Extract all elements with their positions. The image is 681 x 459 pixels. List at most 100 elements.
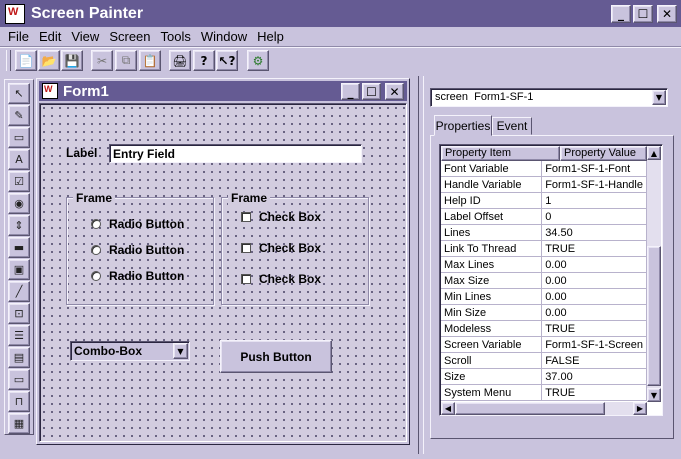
property-row[interactable]: Lines 34.50 (441, 224, 647, 241)
property-item-cell[interactable]: Min Size (441, 304, 543, 321)
property-row[interactable]: Help ID 1 (441, 192, 647, 209)
tab-properties[interactable]: Properties (434, 115, 492, 136)
menu-tools[interactable]: Tools (156, 29, 196, 44)
property-value-cell[interactable]: FALSE (541, 352, 647, 369)
form-maximize-button[interactable]: ☐ (362, 83, 381, 100)
form-window[interactable]: W Form1 _ ☐ ✕ Label Entry Field Frame Ra… (36, 78, 410, 445)
property-item-cell[interactable]: Min Lines (441, 288, 543, 305)
form-minimize-button[interactable]: _ (341, 83, 360, 100)
property-row[interactable]: Handle Variable Form1-SF-1-Handle (441, 176, 647, 193)
scroll-down-button[interactable]: ▼ (647, 388, 661, 402)
property-row[interactable]: Scroll FALSE (441, 352, 647, 369)
paste-icon[interactable]: 📋 (139, 50, 161, 71)
property-item-cell[interactable]: Max Lines (441, 256, 543, 273)
panel-splitter[interactable] (418, 76, 424, 454)
save-icon[interactable]: 💾 (61, 50, 83, 71)
check-box-1[interactable] (241, 212, 251, 222)
property-row[interactable]: Max Size 0.00 (441, 272, 647, 289)
app-icon[interactable]: W (5, 3, 25, 24)
property-value-cell[interactable]: 0.00 (541, 288, 647, 305)
property-item-cell[interactable]: Screen Variable (441, 336, 543, 353)
entry-field-tool-icon[interactable]: ▭ (8, 127, 30, 148)
pen-tool-icon[interactable]: ✎ (8, 105, 30, 126)
run-icon[interactable]: ⚙ (247, 50, 269, 71)
new-file-icon[interactable]: 📄 (15, 50, 37, 71)
property-value-cell[interactable]: TRUE (541, 240, 647, 257)
radio-button-2[interactable] (91, 245, 101, 255)
property-value-cell[interactable]: TRUE (541, 320, 647, 337)
menu-screen[interactable]: Screen (104, 29, 155, 44)
radio-button-3[interactable] (91, 271, 101, 281)
property-value-cell[interactable]: Form1-SF-1-Font (541, 161, 647, 177)
check-box-2[interactable] (241, 243, 251, 253)
property-value-cell[interactable]: TRUE (541, 384, 647, 401)
property-value-cell[interactable]: Form1 (541, 400, 647, 401)
vertical-scrollbar[interactable]: ▲ ▼ (647, 146, 661, 402)
notebook-tool-icon[interactable]: ⊓ (8, 391, 30, 412)
property-item-cell[interactable]: Help ID (441, 192, 543, 209)
property-value-cell[interactable]: 0.00 (541, 272, 647, 289)
combo-dropdown-button[interactable]: ▼ (173, 343, 188, 359)
image-tool-icon[interactable]: ▣ (8, 259, 30, 280)
form-icon[interactable]: W (42, 83, 58, 99)
pointer-tool-icon[interactable]: ↖ (8, 83, 30, 104)
entry-field[interactable]: Entry Field (109, 144, 362, 163)
property-item-cell[interactable]: Scroll (441, 352, 543, 369)
property-item-cell[interactable]: Font Variable (441, 161, 543, 177)
property-row[interactable]: Screen Variable Form1-SF-1-Screen (441, 336, 647, 353)
property-item-cell[interactable]: Label Offset (441, 208, 543, 225)
property-row[interactable]: Min Lines 0.00 (441, 288, 647, 305)
radio-button-1[interactable] (91, 219, 101, 229)
property-value-cell[interactable]: 37.00 (541, 368, 647, 385)
menu-edit[interactable]: Edit (34, 29, 66, 44)
property-value-cell[interactable]: Form1-SF-1-Screen (541, 336, 647, 353)
property-value-cell[interactable]: 0 (541, 208, 647, 225)
property-item-cell[interactable]: Lines (441, 224, 543, 241)
toolbar-grip[interactable] (6, 50, 11, 71)
copy-icon[interactable]: ⧉ (115, 50, 137, 71)
property-grid[interactable]: Property Item Property Value Font Variab… (439, 144, 663, 416)
column-header-value[interactable]: Property Value (560, 146, 647, 161)
property-row[interactable]: Min Size 0.00 (441, 304, 647, 321)
property-item-cell[interactable]: Size (441, 368, 543, 385)
form-label[interactable]: Label (66, 146, 97, 160)
checkbox-tool-icon[interactable]: ☑ (8, 171, 30, 192)
property-item-cell[interactable]: System Menu (441, 384, 543, 401)
property-row[interactable]: Modeless TRUE (441, 320, 647, 337)
menu-view[interactable]: View (66, 29, 104, 44)
minimize-button[interactable]: _ (611, 5, 631, 23)
form-canvas[interactable]: Label Entry Field Frame Radio Button Rad… (39, 103, 407, 442)
property-row[interactable]: Font Variable Form1-SF-1-Font (441, 161, 647, 177)
property-item-cell[interactable]: Max Size (441, 272, 543, 289)
property-value-cell[interactable]: 1 (541, 192, 647, 209)
property-row[interactable]: TitleForm1 (441, 400, 647, 401)
property-row[interactable]: Size 37.00 (441, 368, 647, 385)
cut-icon[interactable]: ✂ (91, 50, 113, 71)
property-item-cell[interactable]: Title (441, 400, 543, 401)
horizontal-scrollbar[interactable]: ◀ ▶ (441, 402, 647, 415)
form-close-button[interactable]: ✕ (385, 83, 404, 100)
push-button-tool-icon[interactable]: ▬ (8, 237, 30, 258)
object-select-dropdown-button[interactable]: ▼ (652, 90, 666, 105)
check-box-3[interactable] (241, 274, 251, 284)
line-tool-icon[interactable]: ╱ (8, 281, 30, 302)
scroll-right-button[interactable]: ▶ (633, 402, 647, 415)
app-title-bar[interactable]: W Screen Painter _ ☐ ✕ (0, 0, 681, 27)
scroll-left-button[interactable]: ◀ (441, 402, 455, 415)
group-tool-icon[interactable]: ▭ (8, 369, 30, 390)
menu-file[interactable]: File (3, 29, 34, 44)
frame-tool-icon[interactable]: ⊡ (8, 303, 30, 324)
object-select[interactable]: screen Form1-SF-1 ▼ (430, 88, 668, 107)
close-button[interactable]: ✕ (657, 5, 677, 23)
scroll-thumb[interactable] (647, 246, 661, 386)
context-help-icon[interactable]: ↖? (216, 50, 238, 71)
property-value-cell[interactable]: 0.00 (541, 256, 647, 273)
combo-tool-icon[interactable]: ▤ (8, 347, 30, 368)
grid-tool-icon[interactable]: ▦ (8, 413, 30, 434)
column-header-item[interactable]: Property Item (441, 146, 560, 161)
push-button[interactable]: Push Button (220, 340, 332, 373)
combo-box[interactable]: Combo-Box ▼ (70, 341, 190, 361)
spin-tool-icon[interactable]: ⇕ (8, 215, 30, 236)
property-value-cell[interactable]: 34.50 (541, 224, 647, 241)
form-title-bar[interactable]: W Form1 _ ☐ ✕ (39, 81, 407, 101)
